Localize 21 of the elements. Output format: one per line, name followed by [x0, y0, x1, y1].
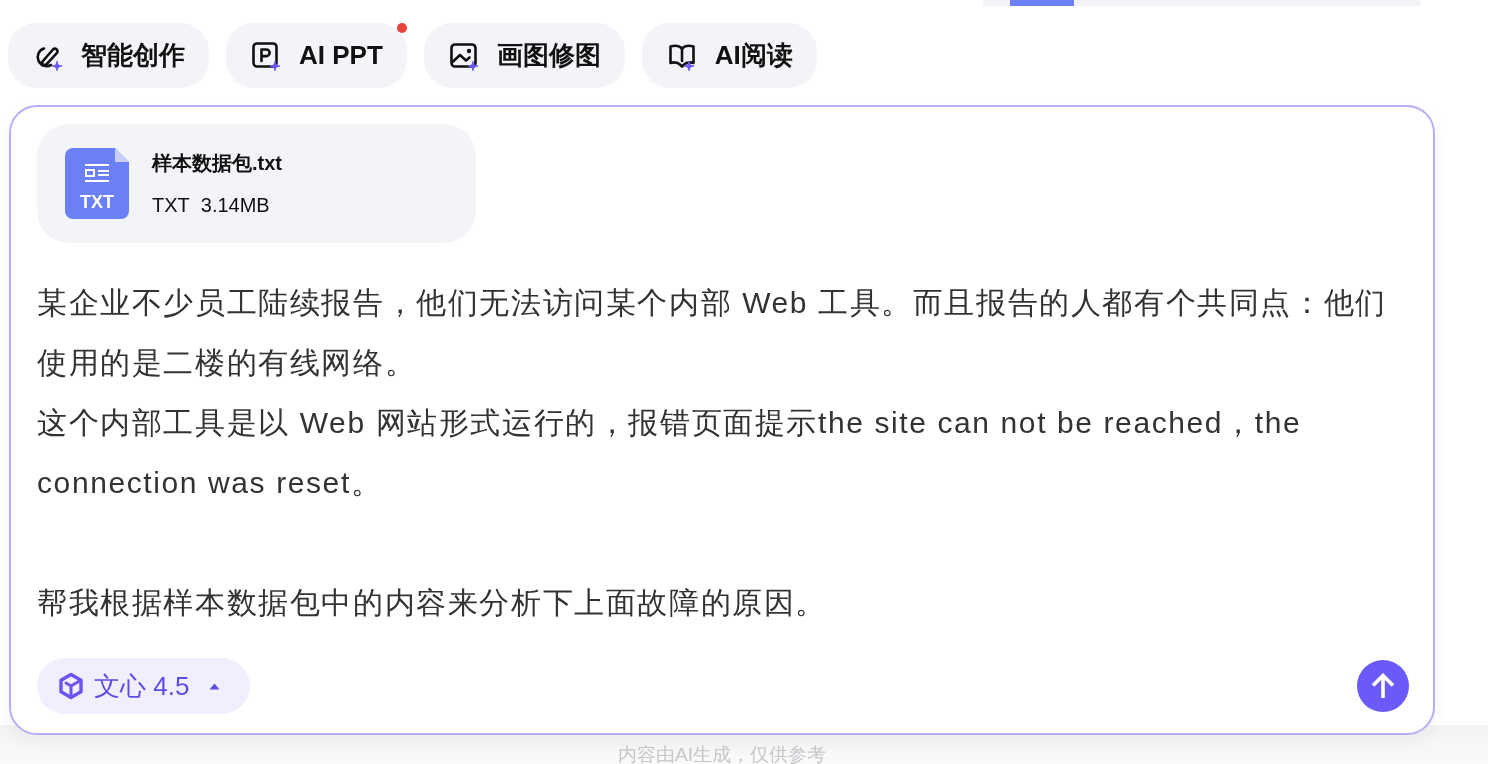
document-lines-icon — [84, 163, 110, 183]
model-selector[interactable]: 文心 4.5 — [37, 658, 251, 714]
file-type: TXT — [152, 192, 190, 217]
send-button[interactable] — [1357, 660, 1409, 712]
caret-up-icon — [209, 682, 221, 690]
file-size: 3.14MB — [200, 192, 270, 217]
tool-button[interactable]: AI PPT — [226, 23, 407, 88]
file-tile-edge — [1010, 0, 1074, 6]
tool-button[interactable]: 智能创作 — [8, 23, 209, 88]
hexagon-cube-icon — [58, 672, 84, 700]
attachment-card[interactable]: TXT 样本数据包.txt TXT 3.14MB — [37, 124, 476, 243]
file-type-label: TXT — [80, 192, 114, 212]
presentation-sparkle-icon — [251, 40, 281, 71]
tool-button[interactable]: AI阅读 — [641, 23, 817, 88]
prompt-paragraph: 这个内部工具是以 Web 网站形式运行的，报错页面提示the site can not be reached，the connection was reset。 — [37, 405, 1303, 501]
prompt-paragraph: 帮我根据样本数据包中的内容来分析下上面故障的原因。 — [37, 585, 828, 621]
tool-button[interactable]: 画图修图 — [423, 23, 625, 88]
prompt-paragraph: 某企业不少员工陆续报告，他们无法访问某个内部 Web 工具。而且报告的人都有个共同点：他们使用的是二楼的有线网络。 — [37, 285, 1388, 381]
file-name: 样本数据包.txt — [152, 150, 282, 175]
image-sparkle-icon — [448, 40, 479, 71]
prompt-input[interactable]: 某企业不少员工陆续报告，他们无法访问某个内部 Web 工具。而且报告的人都有个共同点：他们使用的是二楼的有线网络。 这个内部工具是以 Web 网站形式运行的，报错页面提示the site can not be reached，the connection was reset。 帮我根据样本数据包中的内容来分析下上面故障的原因。 — [37, 273, 1403, 633]
